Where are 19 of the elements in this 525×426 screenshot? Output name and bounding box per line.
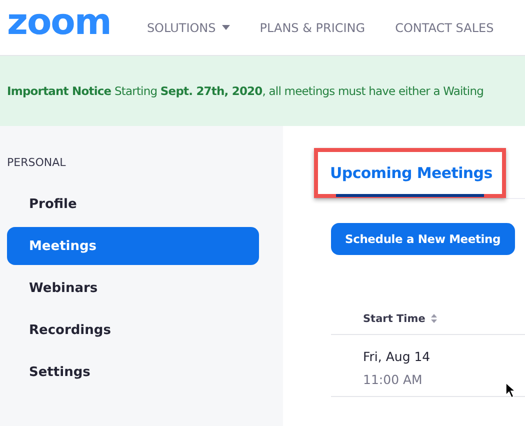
logo[interactable]: zoom xyxy=(7,4,111,40)
sort-icon[interactable] xyxy=(431,314,438,323)
schedule-button[interactable]: Schedule a New Meeting xyxy=(331,223,515,255)
sidebar-item[interactable]: Recordings xyxy=(7,311,259,349)
nav-link[interactable]: SOLUTIONS xyxy=(146,20,230,34)
sidebar-item[interactable]: Meetings xyxy=(7,227,259,265)
sidebar-item[interactable]: Webinars xyxy=(7,269,259,307)
section-heading: PERSONAL xyxy=(7,156,67,169)
notice-text: Important Notice Starting Sept. 27th, 2020, all meetings must have either a Waiting xyxy=(7,84,484,98)
meeting-date: Fri, Aug 14 xyxy=(363,349,432,364)
sidebar-item[interactable]: Profile xyxy=(7,185,259,223)
nav-link[interactable]: PLANS & PRICING xyxy=(260,20,366,34)
sidebar-item[interactable]: Settings xyxy=(7,353,259,391)
column-header[interactable]: Start Time xyxy=(363,312,426,324)
nav-link[interactable]: CONTACT SALES xyxy=(395,20,494,34)
tab[interactable]: Upcoming Meetings xyxy=(314,148,506,198)
caret-icon xyxy=(222,25,230,30)
meeting-time: 11:00 AM xyxy=(363,372,424,387)
cursor-icon xyxy=(506,383,516,398)
